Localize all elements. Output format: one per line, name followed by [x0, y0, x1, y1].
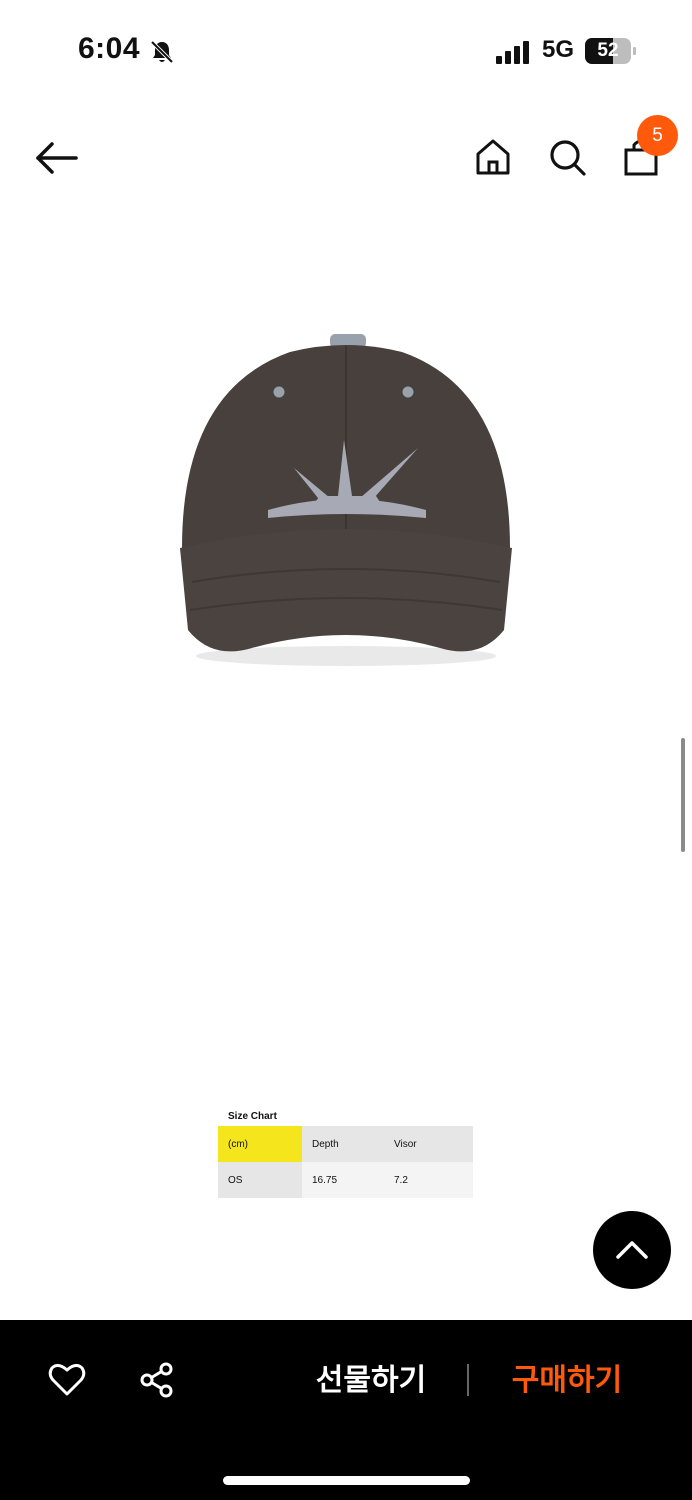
size-chart-header-row: (cm) Depth Visor — [218, 1126, 473, 1162]
size-chart: Size Chart (cm) Depth Visor OS 16.75 7.2 — [218, 1108, 474, 1198]
status-bar: 6:04 5G 52 — [0, 0, 692, 100]
share-icon — [140, 1362, 173, 1398]
home-indicator — [223, 1476, 470, 1485]
size-chart-cell-size: OS — [218, 1162, 302, 1198]
size-chart-header-visor: Visor — [384, 1126, 473, 1162]
table-row: OS 16.75 7.2 — [218, 1162, 473, 1198]
search-icon — [550, 140, 586, 176]
size-chart-table: (cm) Depth Visor OS 16.75 7.2 — [218, 1126, 473, 1198]
search-button[interactable] — [544, 134, 590, 180]
cap-product-icon — [180, 334, 512, 666]
product-image — [170, 330, 522, 680]
arrow-left-icon — [36, 142, 78, 174]
home-button[interactable] — [470, 134, 516, 180]
share-button[interactable] — [138, 1360, 178, 1400]
back-button[interactable] — [30, 136, 82, 180]
chevron-up-icon — [616, 1241, 648, 1259]
network-type: 5G — [542, 36, 575, 63]
battery-level: 52 — [597, 40, 619, 61]
home-icon — [476, 139, 510, 175]
wishlist-button[interactable] — [46, 1360, 88, 1400]
heart-icon — [48, 1363, 86, 1396]
size-chart-title: Size Chart — [228, 1111, 277, 1122]
cart-count-badge: 5 — [637, 115, 678, 156]
scroll-top-button[interactable] — [593, 1211, 671, 1289]
size-chart-header-unit: (cm) — [218, 1126, 302, 1162]
action-divider — [467, 1364, 469, 1396]
size-chart-cell-depth: 16.75 — [302, 1162, 384, 1198]
signal-icon — [496, 40, 530, 64]
buy-button[interactable]: 구매하기 — [500, 1358, 634, 1404]
bottom-action-bar — [0, 1320, 692, 1500]
size-chart-header-depth: Depth — [302, 1126, 384, 1162]
scroll-indicator[interactable] — [681, 738, 685, 852]
size-chart-cell-visor: 7.2 — [384, 1162, 473, 1198]
status-time: 6:04 — [78, 32, 141, 65]
gift-button[interactable]: 선물하기 — [304, 1358, 438, 1404]
bell-muted-icon — [148, 38, 176, 66]
